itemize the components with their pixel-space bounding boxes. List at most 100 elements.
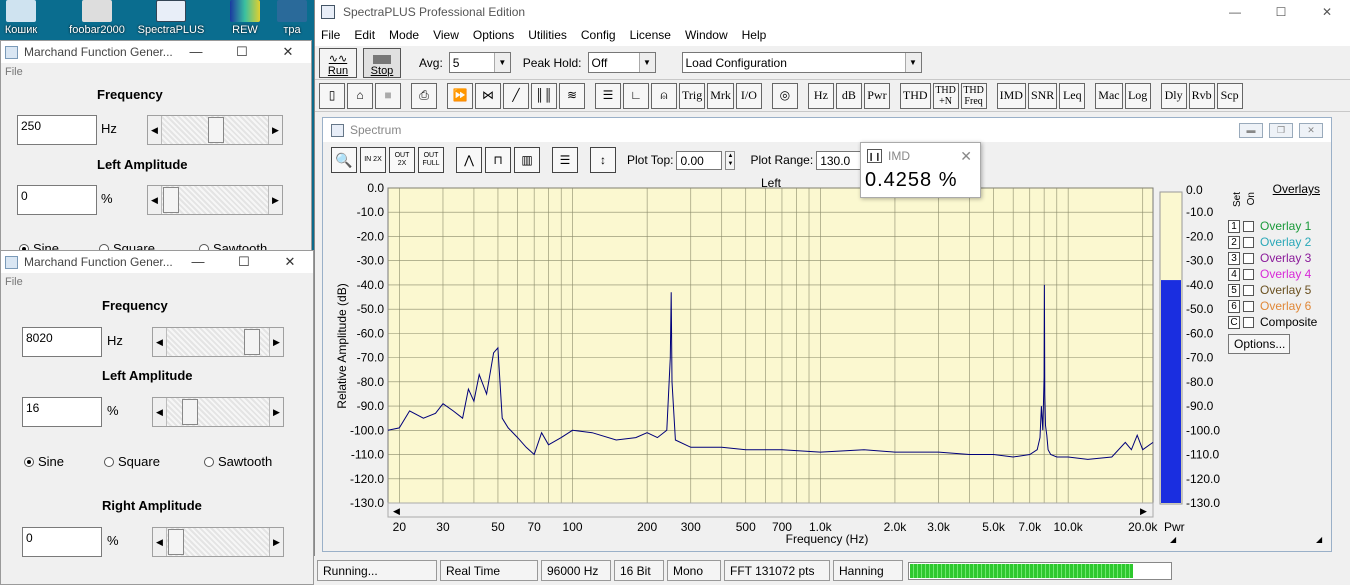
slider-thumb[interactable] — [181, 399, 198, 425]
menu-help[interactable]: Help — [742, 28, 767, 42]
scp-button[interactable]: Scp — [1216, 82, 1243, 109]
thd-freq-button[interactable]: THD Freq — [960, 82, 987, 109]
menu-file[interactable]: File — [5, 66, 23, 78]
desktop-icon-recycle-bin[interactable]: Кошик — [0, 0, 56, 40]
slider-thumb[interactable] — [208, 117, 224, 143]
close-icon[interactable]: ✕ — [267, 254, 313, 270]
slider-left-arrow-icon[interactable]: ◀ — [148, 186, 162, 214]
overlay-set-button[interactable]: 3 — [1228, 251, 1240, 265]
playback-button[interactable]: ⏩ — [447, 82, 473, 109]
left-amplitude-slider[interactable]: ◀ ▶ — [147, 185, 283, 215]
menu-utilities[interactable]: Utilities — [528, 28, 567, 42]
maximize-icon[interactable]: ☐ — [1258, 5, 1304, 19]
frequency-input[interactable]: 250 — [17, 115, 97, 145]
run-button[interactable]: ∿∿ Run — [319, 47, 357, 78]
peak-hold-select[interactable]: Off ▼ — [587, 52, 656, 73]
resize-grip-icon[interactable]: ◢ — [1170, 535, 1176, 544]
slider-thumb[interactable] — [243, 329, 260, 355]
left-amplitude-input[interactable]: 0 — [17, 185, 97, 215]
plot-scrollbar[interactable] — [387, 502, 1154, 518]
slider-right-arrow-icon[interactable]: ▶ — [268, 186, 282, 214]
slider-right-arrow-icon[interactable]: ▶ — [269, 528, 283, 556]
menu-file[interactable]: File — [321, 28, 340, 42]
slider-left-arrow-icon[interactable]: ◀ — [148, 116, 162, 144]
maximize-icon[interactable]: ☐ — [221, 254, 267, 270]
close-icon[interactable]: ✕ — [1299, 122, 1323, 138]
slider-right-arrow-icon[interactable]: ▶ — [269, 398, 283, 426]
slider-right-arrow-icon[interactable]: ▶ — [269, 328, 283, 356]
minimize-icon[interactable]: — — [1212, 5, 1258, 19]
spectrum-button[interactable]: ║║ — [531, 82, 557, 109]
overlay-set-button[interactable]: C — [1228, 315, 1240, 329]
record-button[interactable]: ⋈ — [475, 82, 501, 109]
spectrum-plot[interactable]: Left 0.0-10.0-20.0-30.0-40.0-50.0-60.0-7… — [322, 170, 1332, 552]
mac-button[interactable]: Mac — [1095, 82, 1123, 109]
pwr-button[interactable]: Pwr — [863, 82, 890, 109]
configuration-select[interactable]: Load Configuration ▼ — [681, 52, 922, 73]
menu-config[interactable]: Config — [581, 28, 616, 42]
thd-button[interactable]: THD — [899, 82, 931, 109]
overlay-on-checkbox[interactable] — [1243, 300, 1254, 312]
minimize-icon[interactable]: ▬ — [1239, 122, 1263, 138]
io-button[interactable]: I/O — [735, 82, 762, 109]
print-button[interactable]: ⎙ — [411, 82, 437, 109]
overlay-on-checkbox[interactable] — [1243, 236, 1254, 248]
overlay-set-button[interactable]: 5 — [1228, 283, 1240, 297]
overlay-set-button[interactable]: 1 — [1228, 219, 1240, 233]
close-icon[interactable]: ✕ — [960, 148, 972, 165]
save-button[interactable]: ■ — [375, 82, 401, 109]
wave-sine-radio[interactable]: Sine — [24, 454, 64, 469]
log-button[interactable]: Log — [1124, 82, 1151, 109]
snr-button[interactable]: SNR — [1027, 82, 1058, 109]
frequency-input[interactable]: 8020 — [22, 327, 102, 357]
mrk-button[interactable]: Mrk — [707, 82, 734, 109]
slider-thumb[interactable] — [163, 187, 179, 213]
right-amplitude-slider[interactable]: ◀ ▶ — [152, 527, 284, 557]
leq-button[interactable]: Leq — [1059, 82, 1086, 109]
plot-range-input[interactable]: 130.0 — [816, 150, 863, 170]
plot-top-input[interactable]: 0.00 — [676, 150, 723, 170]
scroll-right-arrow-icon[interactable]: ▶ — [1140, 506, 1147, 516]
avg-select[interactable]: 5 ▼ — [448, 52, 511, 73]
right-amplitude-input[interactable]: 0 — [22, 527, 102, 557]
overlay-options-button[interactable]: Options... — [1228, 334, 1290, 354]
thd-n-button[interactable]: THD +N — [932, 82, 959, 109]
menu-window[interactable]: Window — [685, 28, 728, 42]
slider-left-arrow-icon[interactable]: ◀ — [153, 398, 167, 426]
desktop-icon-spectraplus[interactable]: SpectraPLUS — [136, 0, 206, 40]
generator-button[interactable]: ◎ — [771, 82, 798, 109]
menu-view[interactable]: View — [433, 28, 459, 42]
minimize-icon[interactable]: — — [173, 44, 219, 60]
frequency-slider[interactable]: ◀ ▶ — [147, 115, 283, 145]
close-icon[interactable]: ✕ — [265, 44, 311, 60]
slider-left-arrow-icon[interactable]: ◀ — [153, 528, 167, 556]
desktop-icon-foobar[interactable]: foobar2000 — [62, 0, 132, 40]
menu-mode[interactable]: Mode — [389, 28, 419, 42]
overlay-set-button[interactable]: 6 — [1228, 299, 1240, 313]
wave-square-radio[interactable]: Square — [104, 454, 160, 469]
imd-button[interactable]: IMD — [996, 82, 1026, 109]
trig-button[interactable]: Trig — [679, 82, 706, 109]
overlay-on-checkbox[interactable] — [1243, 252, 1254, 264]
resize-grip-icon[interactable]: ◢ — [1316, 535, 1322, 544]
menu-options[interactable]: Options — [473, 28, 514, 42]
slider-right-arrow-icon[interactable]: ▶ — [268, 116, 282, 144]
slider-left-arrow-icon[interactable]: ◀ — [153, 328, 167, 356]
maximize-icon[interactable]: ☐ — [219, 44, 265, 60]
overlay-set-button[interactable]: 4 — [1228, 267, 1240, 281]
overlay-set-button[interactable]: 2 — [1228, 235, 1240, 249]
dly-button[interactable]: Dly — [1160, 82, 1187, 109]
minimize-icon[interactable]: — — [175, 254, 221, 270]
plot-top-spinner[interactable]: ▲ ▼ — [725, 150, 736, 170]
left-amplitude-slider[interactable]: ◀ ▶ — [152, 397, 284, 427]
restore-icon[interactable]: ❐ — [1269, 122, 1293, 138]
menu-file[interactable]: File — [5, 276, 23, 288]
scroll-left-arrow-icon[interactable]: ◀ — [393, 506, 400, 516]
time-series-button[interactable]: ╱ — [503, 82, 529, 109]
menu-edit[interactable]: Edit — [354, 28, 375, 42]
overlay-on-checkbox[interactable] — [1243, 220, 1254, 232]
menu-license[interactable]: License — [630, 28, 671, 42]
axis-button[interactable]: ∟ — [623, 82, 649, 109]
wave-sawtooth-radio[interactable]: Sawtooth — [204, 454, 272, 469]
stop-button[interactable]: Stop — [363, 47, 401, 78]
